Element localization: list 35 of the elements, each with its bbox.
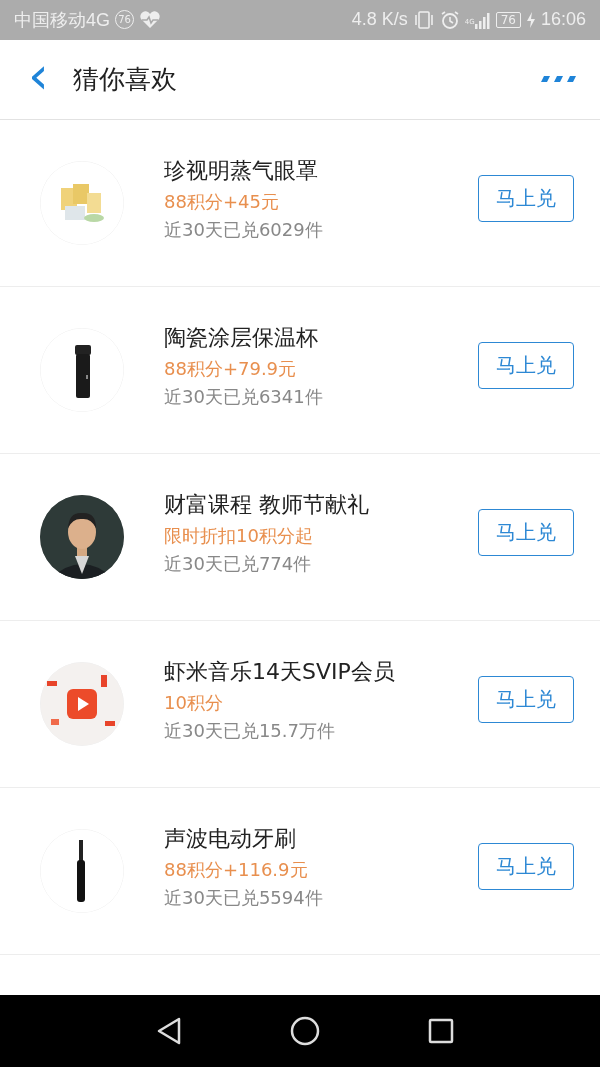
charging-icon bbox=[525, 10, 536, 29]
recents-icon[interactable] bbox=[428, 1018, 454, 1044]
vibrate-icon bbox=[412, 9, 435, 30]
battery-level: 76 bbox=[495, 11, 521, 28]
product-name: 虾米音乐14天SVIP会员 bbox=[164, 658, 396, 686]
price-text: 88积分+79.9元 bbox=[164, 357, 298, 381]
price-text: 88积分+45元 bbox=[164, 190, 280, 214]
page-title: 猜你喜欢 bbox=[72, 62, 178, 96]
product-name: 陶瓷涂层保温杯 bbox=[164, 324, 319, 352]
sales-count: 近30天已兑6341件 bbox=[164, 385, 324, 409]
redeem-button[interactable]: 马上兑 bbox=[478, 842, 574, 890]
network-speed: 4.8 K/s bbox=[351, 9, 408, 31]
alarm-icon bbox=[439, 9, 460, 30]
product-name: 声波电动牙刷 bbox=[164, 825, 297, 853]
price-text: 10积分 bbox=[164, 691, 224, 715]
redeem-button[interactable]: 马上兑 bbox=[478, 174, 574, 222]
redeem-button[interactable]: 马上兑 bbox=[478, 341, 574, 389]
product-name: 珍视明蒸气眼罩 bbox=[164, 157, 319, 185]
sales-count: 近30天已兑5594件 bbox=[164, 886, 324, 910]
heart-icon bbox=[139, 10, 161, 29]
more-icon[interactable] bbox=[540, 75, 576, 84]
price-text: 88积分+116.9元 bbox=[164, 858, 309, 882]
sales-count: 近30天已兑774件 bbox=[164, 552, 313, 576]
product-name: 财富课程 教师节献礼 bbox=[164, 491, 370, 519]
price-text: 限时折扣10积分起 bbox=[164, 524, 314, 548]
back-icon[interactable] bbox=[156, 1016, 182, 1046]
redeem-button[interactable]: 马上兑 bbox=[478, 675, 574, 723]
sales-count: 近30天已兑6029件 bbox=[164, 218, 324, 242]
redeem-button[interactable]: 马上兑 bbox=[478, 508, 574, 556]
clock-time: 16:06 bbox=[540, 9, 586, 31]
signal-icon bbox=[474, 10, 491, 29]
sales-count: 近30天已兑15.7万件 bbox=[164, 719, 336, 743]
back-button[interactable]: ‹ bbox=[22, 49, 55, 110]
home-icon[interactable] bbox=[290, 1016, 320, 1046]
carrier-name: 中国移动4G bbox=[14, 8, 110, 32]
